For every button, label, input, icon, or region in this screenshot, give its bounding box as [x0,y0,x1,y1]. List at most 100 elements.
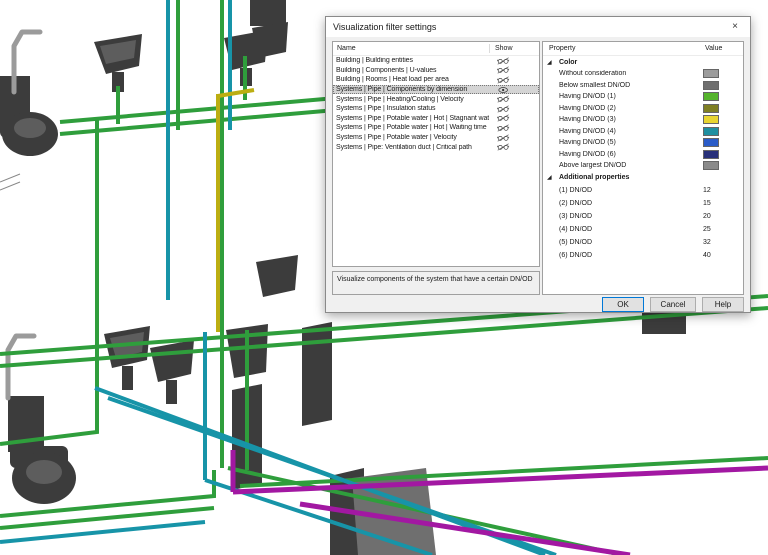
filter-row[interactable]: Building | Rooms | Heat load per area [333,75,539,85]
value-cell [703,104,743,113]
visibility-toggle-icon[interactable] [497,76,510,84]
cancel-button[interactable]: Cancel [650,297,696,312]
show-cell [489,114,539,122]
dnod-row[interactable]: (2) DN/OD 15 [543,197,743,210]
dnod-row[interactable]: (4) DN/OD 25 [543,223,743,236]
visualization-filter-settings-dialog: Visualization filter settings × Name Sho… [325,16,751,313]
column-header-property: Property [549,45,575,52]
color-row[interactable]: Having DN/OD (4) [543,126,743,138]
filter-row[interactable]: Building | Components | U-values [333,66,539,76]
filter-row[interactable]: Systems | Pipe | Components by dimension [333,85,539,95]
property-value[interactable]: 15 [703,200,711,207]
visibility-toggle-icon[interactable] [497,143,510,151]
color-swatch[interactable] [703,92,719,101]
visibility-toggle-icon[interactable] [497,95,510,103]
filter-row[interactable]: Systems | Pipe | Insulation status [333,104,539,114]
property-label: Below smallest DN/OD [543,82,703,89]
property-value[interactable]: 12 [703,187,711,194]
property-value[interactable]: 40 [703,252,711,259]
property-label: Having DN/OD (3) [543,116,703,123]
filter-description: Visualize components of the system that … [332,271,540,295]
show-cell [489,57,539,65]
visibility-toggle-icon[interactable] [497,57,510,65]
visibility-toggle-icon[interactable] [497,105,510,113]
color-swatch[interactable] [703,161,719,170]
property-panel: Property Value ◢ Color Without considera… [542,41,744,295]
color-row[interactable]: Below smallest DN/OD [543,80,743,92]
property-label: Having DN/OD (6) [543,151,703,158]
color-swatch[interactable] [703,138,719,147]
show-cell [489,76,539,84]
dnod-row[interactable]: (1) DN/OD 12 [543,184,743,197]
filter-row-label: Building | Building entities [333,57,489,64]
group-color[interactable]: ◢ Color [543,56,743,68]
filter-row[interactable]: Systems | Pipe | Potable water | Velocit… [333,133,539,143]
filter-row[interactable]: Building | Building entities [333,56,539,66]
color-swatch[interactable] [703,69,719,78]
column-header-value: Value [705,45,722,52]
filter-row[interactable]: Systems | Pipe | Heating/Cooling | Veloc… [333,94,539,104]
filter-row[interactable]: Systems | Pipe: Ventilation duct | Criti… [333,142,539,152]
color-row[interactable]: Having DN/OD (1) [543,91,743,103]
ok-button[interactable]: OK [602,297,644,312]
group-additional-properties[interactable]: ◢ Additional properties [543,172,743,184]
color-swatch[interactable] [703,104,719,113]
property-label: Above largest DN/OD [543,162,703,169]
property-value[interactable]: 20 [703,213,711,220]
color-row[interactable]: Without consideration [543,68,743,80]
color-swatch[interactable] [703,81,719,90]
color-swatch[interactable] [703,127,719,136]
show-cell [489,124,539,132]
color-row[interactable]: Having DN/OD (5) [543,137,743,149]
value-cell [703,161,743,170]
pipe [60,98,336,122]
property-value[interactable]: 25 [703,226,711,233]
close-icon[interactable]: × [720,17,750,37]
value-cell: 25 [703,226,743,233]
visibility-toggle-icon[interactable] [497,66,510,74]
show-cell [489,134,539,142]
value-cell: 32 [703,239,743,246]
value-cell [703,92,743,101]
list-header: Name Show [333,42,539,56]
dnod-row[interactable]: (6) DN/OD 40 [543,249,743,262]
property-label: Having DN/OD (5) [543,139,703,146]
dialog-title: Visualization filter settings [326,17,720,37]
filter-row-label: Building | Components | U-values [333,67,489,74]
collapse-icon[interactable]: ◢ [543,174,559,181]
help-button[interactable]: Help [702,297,744,312]
filter-row[interactable]: Systems | Pipe | Potable water | Hot | W… [333,123,539,133]
show-cell [489,86,539,94]
color-row[interactable]: Having DN/OD (6) [543,149,743,161]
color-row[interactable]: Having DN/OD (2) [543,103,743,115]
dnod-row[interactable]: (3) DN/OD 20 [543,210,743,223]
show-cell [489,143,539,151]
property-value[interactable]: 32 [703,239,711,246]
color-swatch[interactable] [703,150,719,159]
visibility-toggle-icon[interactable] [497,124,510,132]
value-cell: 20 [703,213,743,220]
color-row[interactable]: Having DN/OD (3) [543,114,743,126]
filter-row-label: Systems | Pipe | Potable water | Hot | S… [333,115,489,122]
property-label: Having DN/OD (4) [543,128,703,135]
visibility-toggle-icon[interactable] [497,86,510,94]
value-cell [703,138,743,147]
color-swatch[interactable] [703,115,719,124]
property-grid-header: Property Value [543,42,743,56]
visibility-toggle-icon[interactable] [497,134,510,142]
filter-row[interactable]: Systems | Pipe | Potable water | Hot | S… [333,114,539,124]
sink-pedestal [166,380,177,404]
filter-row-label: Building | Rooms | Heat load per area [333,76,489,83]
dialog-titlebar[interactable]: Visualization filter settings × [326,17,750,37]
filter-row-label: Systems | Pipe | Components by dimension [333,86,489,93]
property-label: (3) DN/OD [543,213,703,220]
value-cell: 15 [703,200,743,207]
dnod-row[interactable]: (5) DN/OD 32 [543,236,743,249]
color-row[interactable]: Above largest DN/OD [543,160,743,172]
sink-basin [256,255,298,297]
visibility-toggle-icon[interactable] [497,114,510,122]
property-label: (5) DN/OD [543,239,703,246]
pipe [0,118,97,444]
collapse-icon[interactable]: ◢ [543,59,559,66]
value-cell [703,81,743,90]
